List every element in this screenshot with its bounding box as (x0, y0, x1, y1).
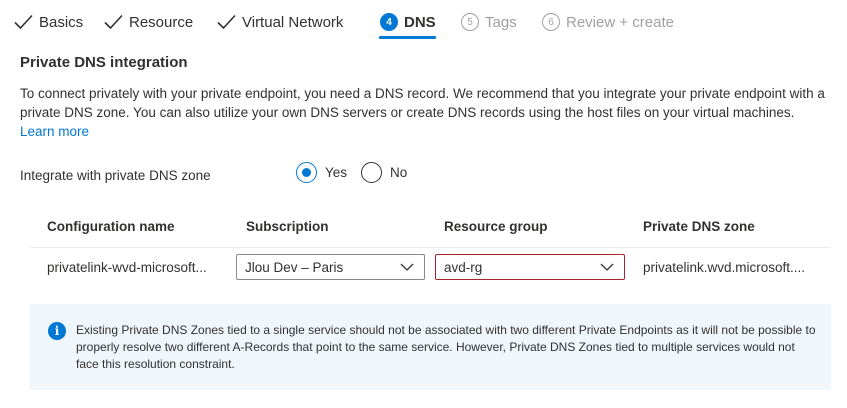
tab-resource[interactable]: Resource (104, 9, 193, 35)
active-tab-indicator (379, 36, 436, 39)
tab-resource-label: Resource (129, 13, 194, 31)
info-icon: i (48, 322, 66, 340)
header-configuration-name: Configuration name (47, 219, 175, 234)
tab-basics-label: Basics (39, 13, 84, 31)
tab-virtual-network[interactable]: Virtual Network (217, 9, 343, 35)
chevron-down-icon (600, 263, 614, 271)
radio-yes[interactable]: Yes (296, 162, 347, 183)
header-subscription: Subscription (246, 219, 329, 234)
wizard-tabs: Basics Resource Virtual Network 4 DNS 5 … (0, 0, 847, 44)
radio-yes-label: Yes (325, 165, 348, 180)
checkmark-icon (14, 14, 33, 30)
radio-no-label: No (390, 165, 408, 180)
tab-dns[interactable]: 4 DNS (380, 9, 436, 35)
tab-tags: 5 Tags (461, 9, 517, 35)
checkmark-icon (104, 14, 123, 30)
integrate-dns-label: Integrate with private DNS zone (20, 168, 211, 183)
resource-group-selected-value: avd-rg (444, 259, 483, 275)
radio-no[interactable]: No (361, 162, 407, 183)
tab-basics[interactable]: Basics (14, 9, 83, 35)
subscription-dropdown[interactable]: Jlou Dev – Paris (236, 254, 425, 280)
radio-yes-circle[interactable] (296, 162, 317, 183)
step-number-badge: 4 (380, 13, 398, 31)
tab-review-create: 6 Review + create (542, 9, 674, 35)
table-row: privatelink-wvd-microsoft... Jlou Dev – … (30, 248, 831, 288)
tab-tags-label: Tags (485, 13, 517, 31)
info-message-text: Existing Private DNS Zones tied to a sin… (76, 323, 816, 371)
step-number-badge: 6 (542, 13, 560, 31)
tab-review-create-label: Review + create (566, 13, 674, 31)
private-dns-zone-value: privatelink.wvd.microsoft.... (643, 260, 806, 275)
section-description: To connect privately with your private e… (20, 84, 830, 141)
description-text: To connect privately with your private e… (20, 86, 825, 120)
checkmark-icon (217, 14, 236, 30)
integrate-dns-radio-group: Yes No (296, 162, 421, 183)
subscription-selected-value: Jlou Dev – Paris (245, 259, 344, 275)
step-number-badge: 5 (461, 13, 479, 31)
table-header: Configuration name Subscription Resource… (30, 208, 831, 248)
section-title: Private DNS integration (20, 54, 188, 71)
chevron-down-icon (400, 263, 414, 271)
tab-dns-label: DNS (404, 13, 436, 31)
info-message-bar: i Existing Private DNS Zones tied to a s… (30, 304, 831, 390)
header-resource-group: Resource group (444, 219, 548, 234)
dns-configuration-table: Configuration name Subscription Resource… (30, 208, 831, 288)
header-private-dns-zone: Private DNS zone (643, 219, 755, 234)
tab-virtual-network-label: Virtual Network (242, 13, 344, 31)
resource-group-dropdown[interactable]: avd-rg (435, 254, 625, 280)
learn-more-link[interactable]: Learn more (20, 124, 89, 139)
radio-no-circle[interactable] (361, 162, 383, 183)
configuration-name-value: privatelink-wvd-microsoft... (47, 260, 207, 275)
